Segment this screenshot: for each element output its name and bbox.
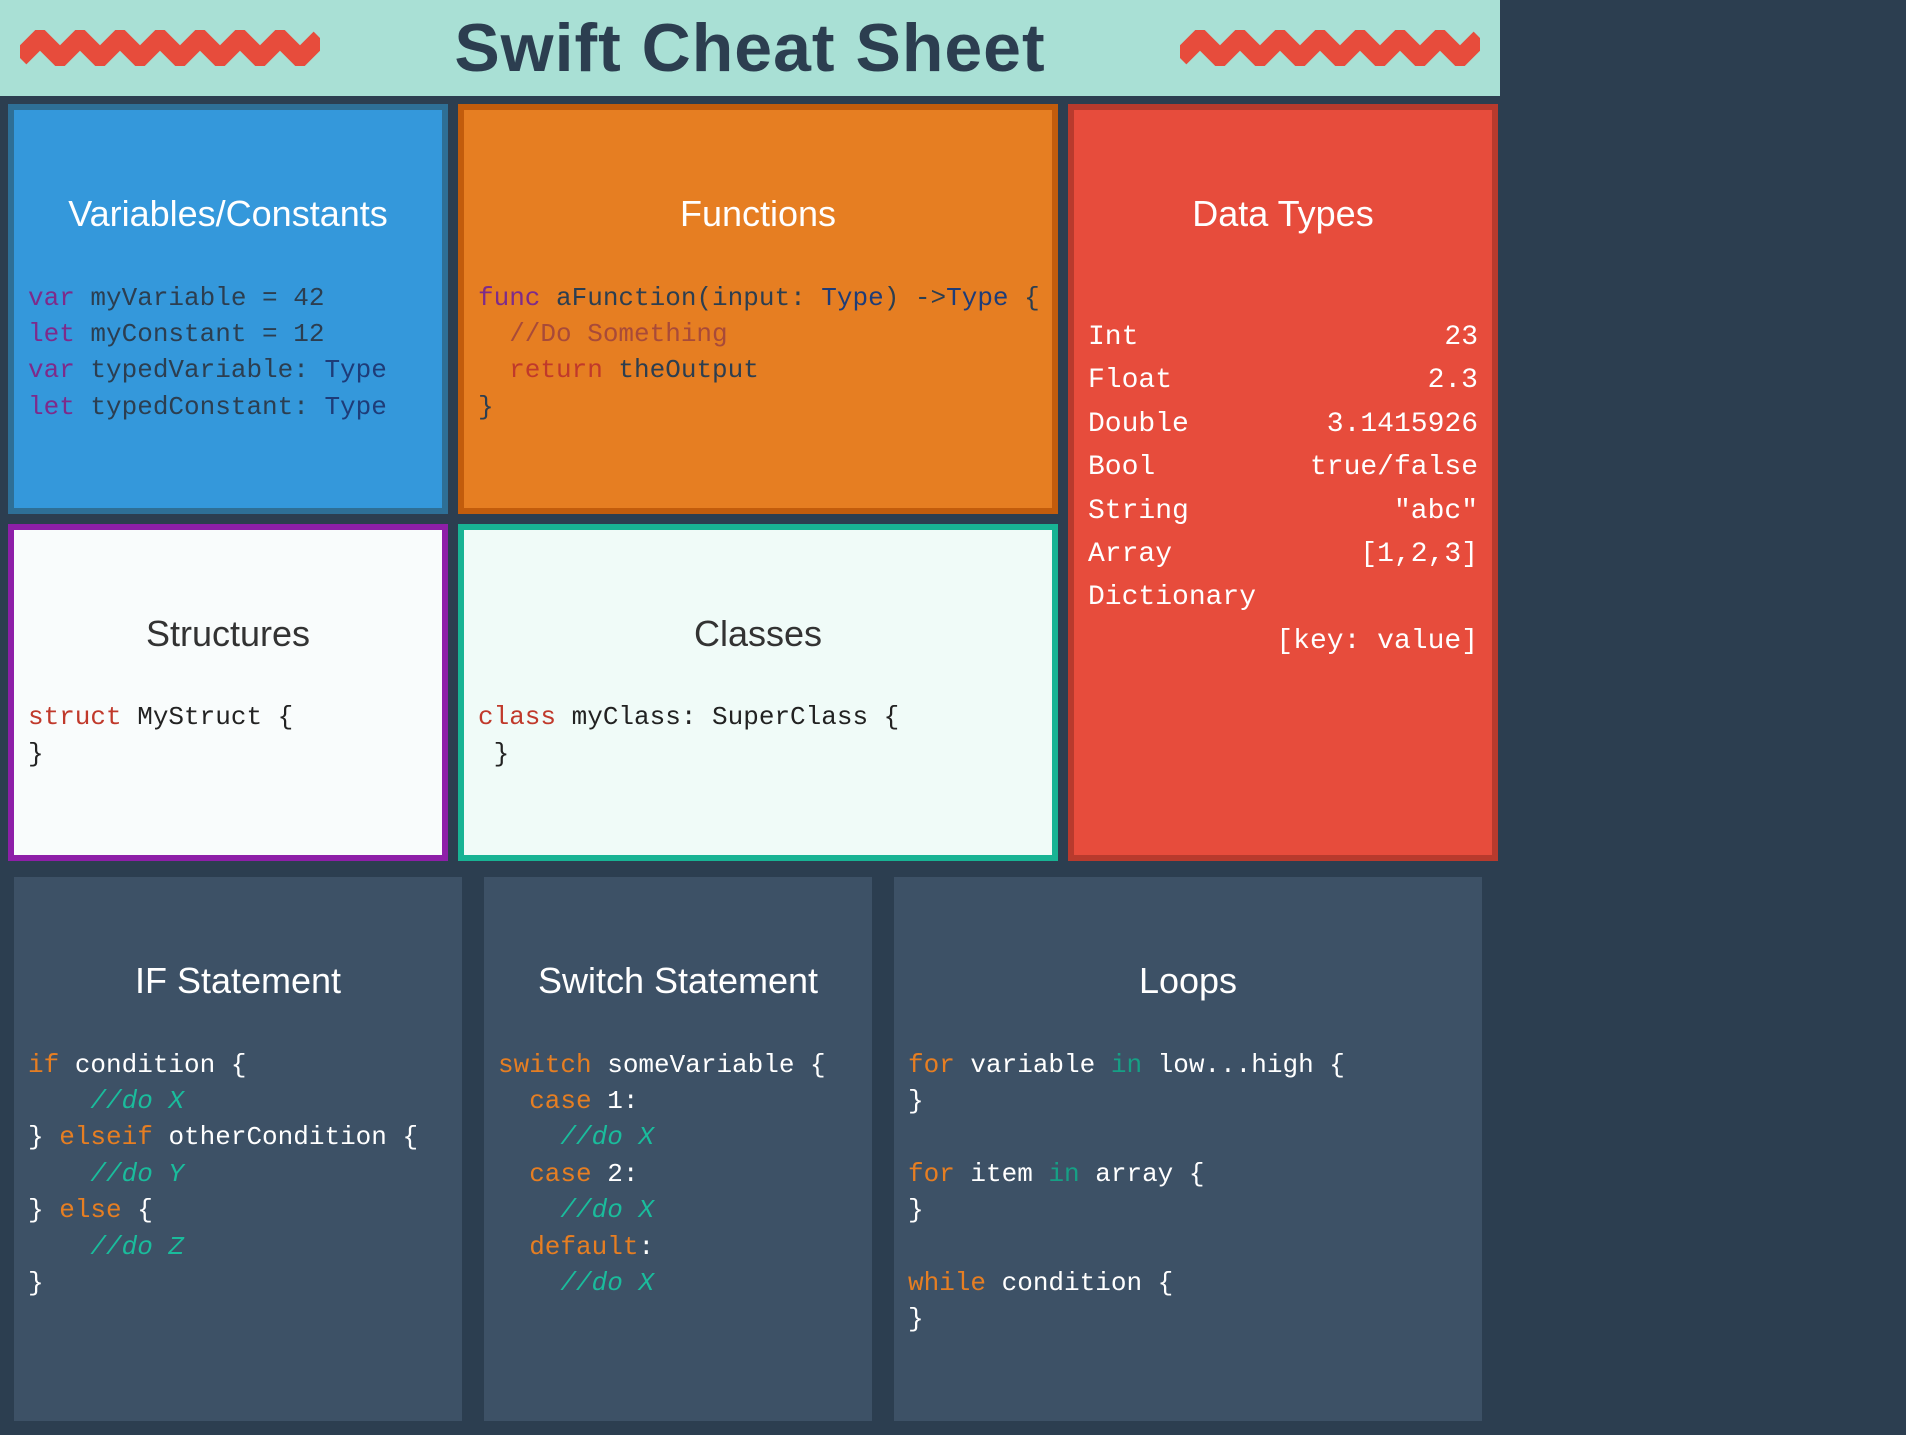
card-functions: Functions func aFunction(input: Type) ->…: [458, 104, 1058, 514]
datatype-row: [key: value]: [1088, 620, 1478, 663]
datatype-row: Booltrue/false: [1088, 446, 1478, 489]
page-title: Swift Cheat Sheet: [454, 9, 1045, 87]
card-if-statement: IF Statement if condition { //do X } els…: [8, 871, 468, 1426]
code-block: switch someVariable { case 1: //do X cas…: [498, 1047, 858, 1302]
card-classes: Classes class myClass: SuperClass { }: [458, 524, 1058, 861]
card-switch-statement: Switch Statement switch someVariable { c…: [478, 871, 878, 1426]
code-block: for variable in low...high { } for item …: [908, 1047, 1468, 1338]
card-title: Classes: [478, 609, 1038, 659]
card-title: IF Statement: [28, 956, 448, 1006]
cheat-sheet: Swift Cheat Sheet Variables/Constants va…: [0, 0, 1500, 950]
bottom-row: IF Statement if condition { //do X } els…: [8, 871, 1498, 1426]
card-title: Loops: [908, 956, 1468, 1006]
code-block: class myClass: SuperClass { }: [478, 699, 1038, 772]
datatype-row: Array[1,2,3]: [1088, 533, 1478, 576]
datatype-row: String"abc": [1088, 490, 1478, 533]
card-title: Functions: [478, 189, 1038, 239]
card-title: Switch Statement: [498, 956, 858, 1006]
code-block: func aFunction(input: Type) ->Type { //D…: [478, 280, 1038, 426]
datatype-row: Float2.3: [1088, 359, 1478, 402]
datatype-row: Dictionary: [1088, 576, 1478, 619]
code-block: var myVariable = 42 let myConstant = 12 …: [28, 280, 428, 426]
zigzag-right-icon: [1180, 30, 1480, 66]
datatype-row: Int23: [1088, 316, 1478, 359]
grid: Variables/Constants var myVariable = 42 …: [0, 96, 1500, 1435]
card-title: Data Types: [1088, 189, 1478, 239]
zigzag-left-icon: [20, 30, 320, 66]
card-datatypes: Data Types Int23Float2.3Double3.1415926B…: [1068, 104, 1498, 861]
datatype-rows: Int23Float2.3Double3.1415926Booltrue/fal…: [1088, 316, 1478, 663]
card-title: Variables/Constants: [28, 189, 428, 239]
card-loops: Loops for variable in low...high { } for…: [888, 871, 1488, 1426]
header: Swift Cheat Sheet: [0, 0, 1500, 96]
card-variables: Variables/Constants var myVariable = 42 …: [8, 104, 448, 514]
datatype-row: Double3.1415926: [1088, 403, 1478, 446]
code-block: if condition { //do X } elseif otherCond…: [28, 1047, 448, 1302]
card-title: Structures: [28, 609, 428, 659]
code-block: struct MyStruct { }: [28, 699, 428, 772]
card-structures: Structures struct MyStruct { }: [8, 524, 448, 861]
